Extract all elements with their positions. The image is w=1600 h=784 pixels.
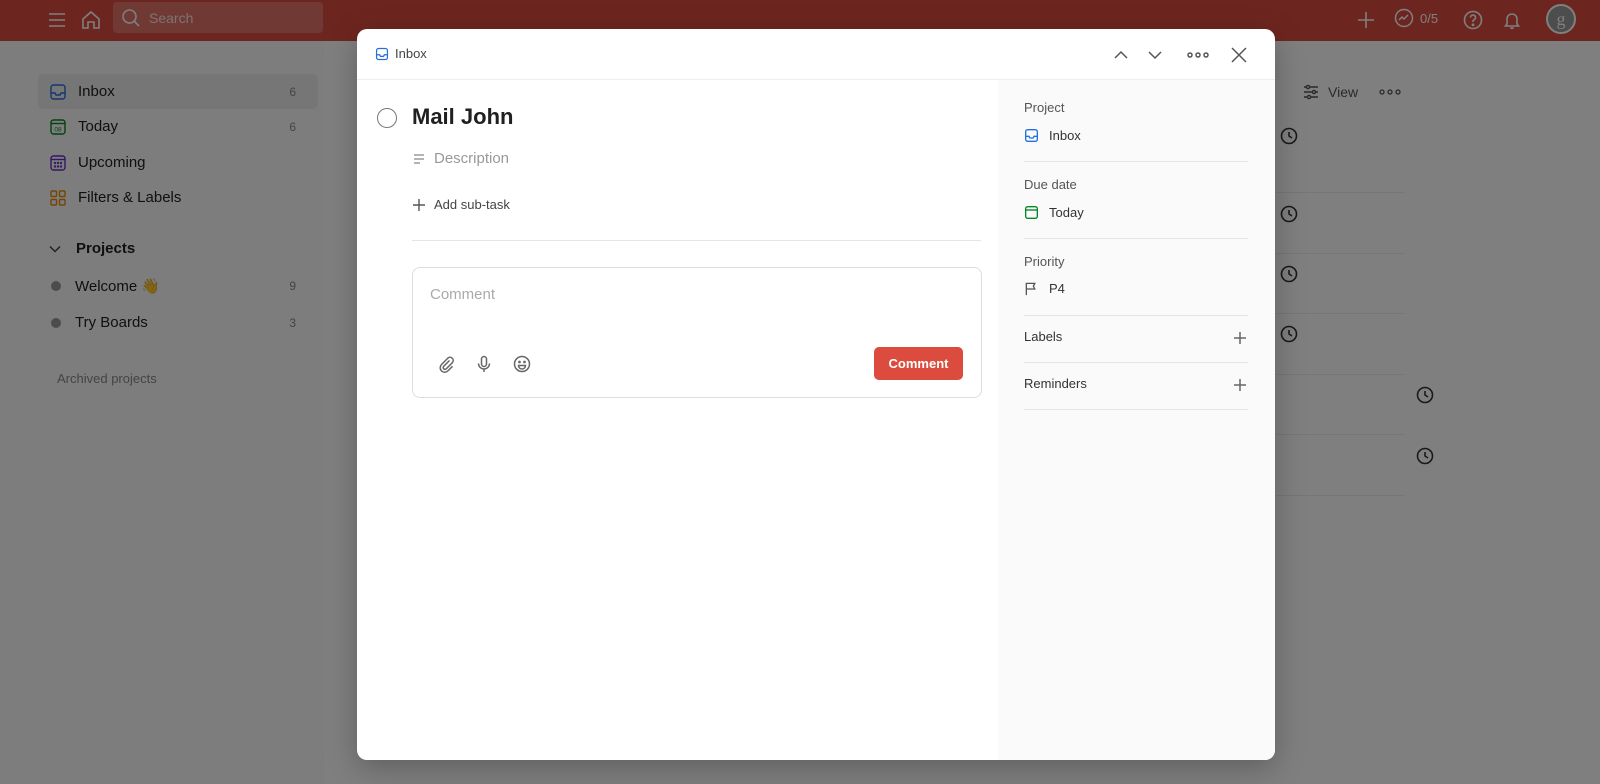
add-subtask-label: Add sub-task bbox=[434, 197, 510, 212]
comment-box: Comment bbox=[412, 267, 982, 398]
due-date-label: Due date bbox=[1024, 177, 1077, 192]
task-title[interactable]: Mail John bbox=[412, 104, 513, 130]
divider bbox=[1024, 315, 1248, 316]
priority-selector[interactable]: P4 bbox=[1024, 281, 1065, 296]
task-main-panel: Mail John Description Add sub-task Comme… bbox=[357, 80, 998, 760]
previous-task-button[interactable] bbox=[1107, 41, 1135, 69]
plus-icon bbox=[413, 198, 425, 211]
labels-label: Labels bbox=[1024, 329, 1063, 344]
divider bbox=[1024, 238, 1248, 239]
comment-button[interactable]: Comment bbox=[874, 347, 963, 380]
close-button[interactable] bbox=[1225, 41, 1253, 69]
emoji-icon[interactable] bbox=[511, 353, 533, 375]
chevron-down-icon bbox=[1148, 51, 1162, 60]
description-field[interactable]: Description bbox=[412, 150, 509, 167]
divider bbox=[1024, 409, 1248, 410]
task-side-panel: Project Inbox Due date Today Priority P4… bbox=[998, 80, 1275, 760]
description-placeholder: Description bbox=[434, 150, 510, 167]
calendar-icon bbox=[1025, 206, 1038, 219]
reminders-label: Reminders bbox=[1024, 376, 1087, 391]
more-actions-button[interactable] bbox=[1184, 41, 1212, 69]
add-label-button[interactable] bbox=[1232, 330, 1248, 346]
plus-icon bbox=[1234, 379, 1246, 391]
due-date-value: Today bbox=[1049, 205, 1084, 220]
inbox-icon bbox=[375, 47, 389, 60]
chevron-up-icon bbox=[1114, 50, 1128, 59]
priority-label: Priority bbox=[1024, 254, 1065, 269]
due-date-selector[interactable]: Today bbox=[1024, 205, 1084, 220]
modal-header: Inbox bbox=[357, 29, 1275, 80]
attachment-icon[interactable] bbox=[435, 353, 457, 375]
divider bbox=[1024, 362, 1248, 363]
breadcrumb-label: Inbox bbox=[395, 46, 427, 61]
inbox-icon bbox=[1025, 129, 1038, 142]
project-selector[interactable]: Inbox bbox=[1024, 128, 1081, 143]
project-label: Project bbox=[1024, 100, 1065, 115]
divider bbox=[412, 240, 981, 241]
microphone-icon[interactable] bbox=[473, 353, 495, 375]
plus-icon bbox=[1234, 332, 1246, 344]
task-detail-modal: Inbox Mail John Description Add sub-task bbox=[357, 29, 1275, 760]
divider bbox=[1024, 161, 1248, 162]
complete-task-checkbox[interactable] bbox=[377, 108, 397, 128]
breadcrumb[interactable]: Inbox bbox=[375, 46, 427, 61]
close-icon bbox=[1231, 47, 1247, 63]
description-icon bbox=[414, 153, 424, 164]
comment-input[interactable] bbox=[430, 286, 950, 303]
flag-icon bbox=[1025, 282, 1036, 296]
add-reminder-button[interactable] bbox=[1232, 377, 1248, 393]
more-options-icon bbox=[1187, 52, 1209, 58]
project-value: Inbox bbox=[1049, 128, 1081, 143]
next-task-button[interactable] bbox=[1141, 41, 1169, 69]
add-subtask-button[interactable]: Add sub-task bbox=[412, 197, 510, 212]
priority-value: P4 bbox=[1049, 281, 1065, 296]
